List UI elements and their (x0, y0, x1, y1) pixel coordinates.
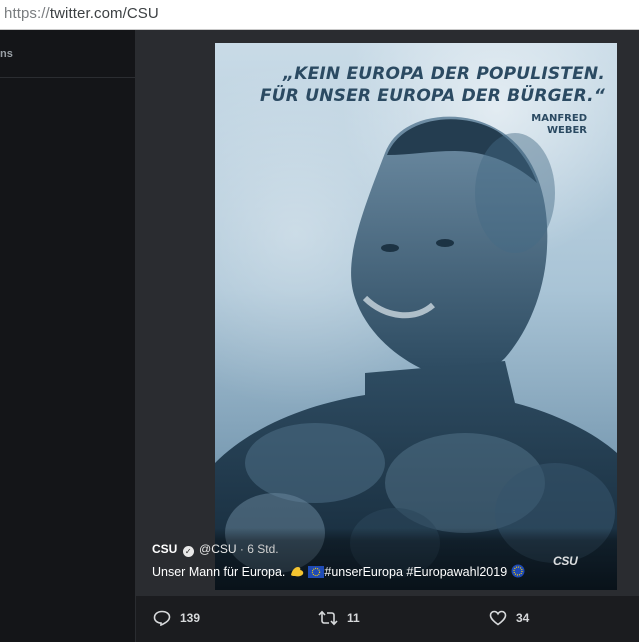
like-button[interactable]: 34 (489, 610, 529, 626)
tweet-display-name[interactable]: CSU (152, 542, 177, 556)
left-panel-header: ns (0, 30, 135, 78)
retweet-icon (318, 610, 338, 626)
reply-count: 139 (180, 611, 201, 625)
tweet-text-prefix: Unser Mann für Europa. (152, 565, 286, 579)
left-page-panel: ns (0, 30, 135, 642)
poster-quote-line1: „KEIN EUROPA DER POPULISTEN. (283, 64, 605, 84)
verified-badge-icon: ✓ (182, 546, 194, 557)
flexed-biceps-emoji-icon (289, 564, 305, 581)
retweet-count: 11 (347, 611, 360, 625)
poster-name-first: MANFRED (531, 113, 587, 124)
poster-quote-line2: FÜR UNSER EUROPA DER BÜRGER.“ (259, 86, 605, 106)
url-text[interactable]: https://twitter.com/CSU (4, 5, 159, 22)
tweet-author-line: CSU ✓ @CSU · 6 Std. (152, 542, 279, 557)
tweet-actions-bar: 139 11 34 (136, 596, 639, 642)
tweet-time[interactable]: 6 Std. (247, 542, 278, 556)
poster-name: MANFRED WEBER (467, 113, 587, 137)
browser-url-bar[interactable]: https://twitter.com/CSU (0, 0, 639, 30)
retweet-button[interactable]: 11 (318, 610, 360, 626)
tweet-text: Unser Mann für Europa. #unserEuropa #Eur… (152, 564, 525, 581)
eu-flag-emoji-icon (308, 566, 325, 581)
poster-csu-logo-text: CSU (553, 554, 578, 568)
poster-name-last: WEBER (546, 125, 587, 136)
tweet-handle[interactable]: @CSU (199, 542, 237, 556)
url-host-path: twitter.com/CSU (49, 5, 159, 22)
eu-stars-emoji-icon (511, 564, 525, 581)
url-protocol: https:// (4, 5, 50, 22)
left-panel-header-text: ns (0, 48, 13, 60)
tweet-separator: · (239, 542, 244, 556)
poster-csu-logo: CSU (553, 554, 578, 568)
reply-button[interactable]: 139 (153, 610, 200, 626)
tweet-image[interactable]: „KEIN EUROPA DER POPULISTEN. FÜR UNSER E… (215, 43, 617, 590)
heart-icon (489, 610, 507, 626)
reply-icon (153, 610, 171, 626)
tweet-hashtags[interactable]: #unserEuropa #Europawahl2019 (324, 565, 507, 579)
poster-quote: „KEIN EUROPA DER POPULISTEN. FÜR UNSER E… (255, 63, 605, 107)
like-count: 34 (516, 611, 530, 625)
